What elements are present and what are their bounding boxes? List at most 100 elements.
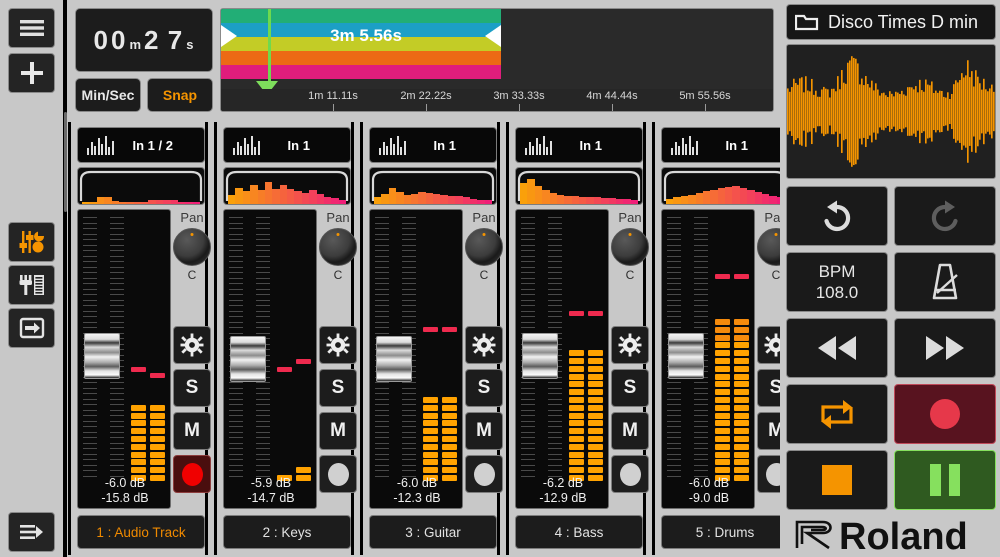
fader-db-value: -6.0 dB [396,476,438,490]
channel-settings-button[interactable] [319,326,357,364]
redo-button[interactable] [894,186,996,246]
channel-settings-button[interactable] [611,326,649,364]
pan-knob[interactable] [611,228,649,266]
waveform-icon [671,135,698,155]
song-selector-button[interactable]: Disco Times D min [786,4,996,40]
rewind-button[interactable] [786,318,888,378]
fader-track[interactable] [82,213,127,481]
fader-handle[interactable] [668,333,704,379]
record-arm-button[interactable] [319,455,357,493]
record-arm-button[interactable] [173,455,211,493]
meter-segment [734,443,749,450]
song-waveform-display[interactable] [786,44,996,179]
timeline-loop-region[interactable] [221,9,501,91]
record-arm-button[interactable] [757,455,780,493]
channel-name-button[interactable]: 2 : Keys [223,515,351,549]
stop-button[interactable] [786,450,888,510]
record-button[interactable] [894,384,996,444]
lane-5[interactable] [221,65,501,79]
meter-segment [442,451,457,458]
mute-button[interactable]: M [465,412,503,450]
channel-eq-display[interactable] [515,167,643,205]
mute-button[interactable]: M [319,412,357,450]
loop-start-marker[interactable] [221,25,237,47]
channel-name-button[interactable]: 5 : Drums [661,515,780,549]
time-minutes: 0 [111,24,127,55]
solo-button[interactable]: S [319,369,357,407]
timeline[interactable]: 3m 5.56s 1m 11.11s 2m 22.22s 3m 33.33s 4m 4… [220,8,774,112]
mute-button[interactable]: M [611,412,649,450]
add-track-button[interactable] [8,53,55,93]
record-dot-icon [181,462,203,486]
channel-input-button[interactable]: In 1 [223,127,351,163]
lane-1[interactable] [221,9,501,23]
fader-track[interactable] [374,213,419,481]
fader-handle[interactable] [84,333,120,379]
channel-side-controls: Pan C SM [173,209,211,493]
channel-settings-button[interactable] [757,326,780,364]
minsec-toggle-button[interactable]: Min/Sec [75,78,141,112]
fader-handle[interactable] [522,333,558,379]
solo-button[interactable]: S [465,369,503,407]
fader-track[interactable] [666,213,711,481]
mixer-channels: In 1 / 2 -6.0 dB -15.8 dB Pan C S M 1 : Audio T… [68,120,780,557]
fader-track[interactable] [520,213,565,481]
meter-segment [588,420,603,427]
pan-knob[interactable] [319,228,357,266]
play-pause-button[interactable] [894,450,996,510]
channel-eq-display[interactable] [661,167,780,205]
meter-segment [442,443,457,450]
timeline-ruler[interactable]: 1m 11.11s 2m 22.22s 3m 33.33s 4m 44.44s 5m 5… [221,89,773,111]
next-page-button[interactable] [8,512,55,552]
channel-name-button[interactable]: 4 : Bass [515,515,643,549]
pan-knob[interactable] [757,228,780,266]
channel-name-button[interactable]: 1 : Audio Track [77,515,205,549]
channel-input-button[interactable]: In 1 [515,127,643,163]
fader-track[interactable] [228,213,273,481]
meter-segment [423,397,438,403]
timeline-tick-mark [426,104,427,111]
waveform-icon [87,135,114,155]
meter-segment [569,467,584,474]
record-arm-button[interactable] [611,455,649,493]
eq-spectrum-bars [374,174,492,204]
channel-name-button[interactable]: 3 : Guitar [369,515,497,549]
channel-settings-button[interactable] [465,326,503,364]
mute-button[interactable]: M [173,412,211,450]
channel-input-button[interactable]: In 1 / 2 [77,127,205,163]
waveform-svg [787,56,995,167]
loop-button[interactable] [786,384,888,444]
effects-button[interactable] [8,265,55,305]
channel-input-button[interactable]: In 1 [369,127,497,163]
solo-button[interactable]: S [173,369,211,407]
solo-button[interactable]: S [757,369,780,407]
metronome-button[interactable] [894,252,996,312]
channel-input-button[interactable]: In 1 [661,127,780,163]
export-button[interactable] [8,308,55,348]
channel-eq-display[interactable] [223,167,351,205]
gear-icon [326,333,350,357]
time-display[interactable]: 0 0 m 2 7 s [75,8,213,72]
mute-button[interactable]: M [757,412,780,450]
bpm-button[interactable]: BPM 108.0 [786,252,888,312]
fader-handle[interactable] [230,336,266,382]
fader-handle[interactable] [376,336,412,382]
loop-end-marker[interactable] [485,25,501,47]
forward-button[interactable] [894,318,996,378]
channel-eq-display[interactable] [77,167,205,205]
menu-button[interactable] [8,8,55,48]
undo-button[interactable] [786,186,888,246]
record-arm-button[interactable] [465,455,503,493]
lane-4[interactable] [221,51,501,65]
meter-segment [734,319,749,325]
pan-knob[interactable] [173,228,211,266]
meter-segment [569,412,584,419]
meter-column-l [715,213,730,481]
snap-toggle-button[interactable]: Snap [147,78,213,112]
channel-eq-display[interactable] [369,167,497,205]
channel-settings-button[interactable] [173,326,211,364]
mixer-settings-button[interactable] [8,222,55,262]
pan-knob[interactable] [465,228,503,266]
solo-button[interactable]: S [611,369,649,407]
channel-fader-strip: -5.9 dB -14.7 dB [223,209,317,509]
